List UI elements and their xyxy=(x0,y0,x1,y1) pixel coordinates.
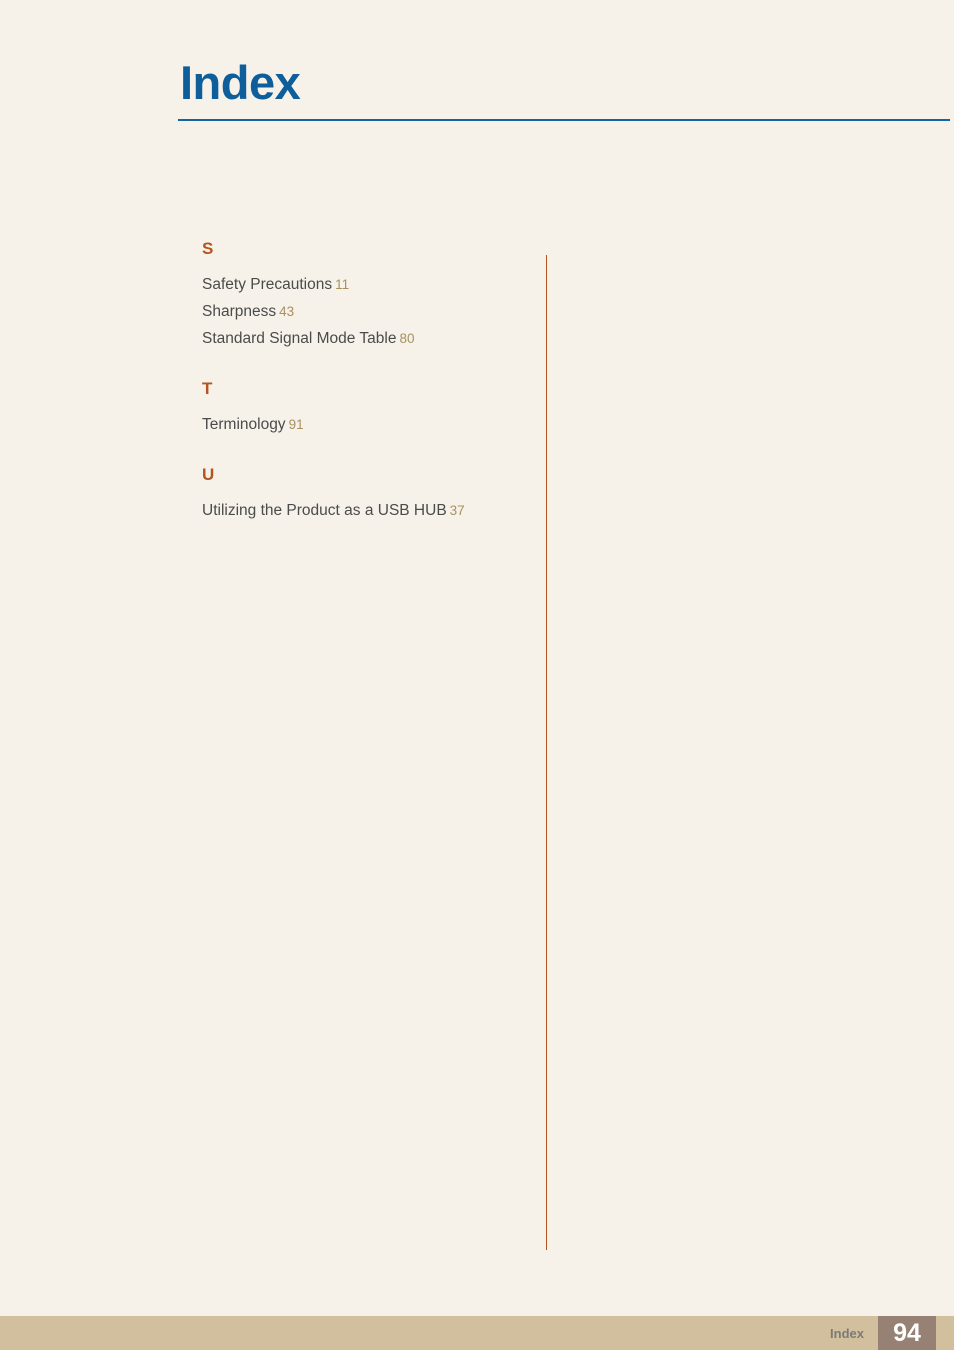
column-divider xyxy=(546,255,547,1250)
footer-page-box: 94 xyxy=(878,1316,936,1350)
index-entry-label: Utilizing the Product as a USB HUB xyxy=(202,502,447,519)
index-group-letter: T xyxy=(202,379,213,398)
index-entry-label: Sharpness xyxy=(202,303,277,320)
index-group: T Terminology 91 xyxy=(202,380,546,438)
page-title: Index xyxy=(180,56,301,109)
document-page: Index S Safety Precautions 11 Sharpness 43 St… xyxy=(0,0,954,1350)
footer-section-label: Index xyxy=(830,1325,864,1341)
index-entry[interactable]: Safety Precautions 11 xyxy=(202,271,546,298)
header-rule xyxy=(178,118,950,121)
index-entry[interactable]: Terminology 91 xyxy=(202,411,546,438)
index-group: S Safety Precautions 11 Sharpness 43 Standard… xyxy=(202,240,546,352)
index-entry[interactable]: Utilizing the Product as a USB HUB 37 xyxy=(202,497,546,524)
index-entry-page: 80 xyxy=(399,331,415,346)
index-group: U Utilizing the Product as a USB HUB 37 xyxy=(202,466,546,524)
index-entry[interactable]: Sharpness 43 xyxy=(202,298,546,325)
page-header: Index xyxy=(178,56,950,121)
index-list: S Safety Precautions 11 Sharpness 43 Standard… xyxy=(202,240,546,524)
index-entry[interactable]: Standard Signal Mode Table 80 xyxy=(202,325,546,352)
index-group-letter: S xyxy=(202,239,214,258)
footer-content: Index 94 xyxy=(830,1316,954,1350)
index-group-letter: U xyxy=(202,465,215,484)
footer-page-number: 94 xyxy=(893,1318,921,1347)
index-entry-label: Terminology xyxy=(202,416,286,433)
index-entry-page: 37 xyxy=(449,503,465,518)
index-entry-page: 43 xyxy=(279,304,295,319)
index-entry-page: 11 xyxy=(335,277,350,292)
index-entry-label: Standard Signal Mode Table xyxy=(202,330,397,347)
page-footer: Index 94 xyxy=(0,1316,954,1350)
index-entry-label: Safety Precautions xyxy=(202,276,333,293)
index-entry-page: 91 xyxy=(288,417,304,432)
